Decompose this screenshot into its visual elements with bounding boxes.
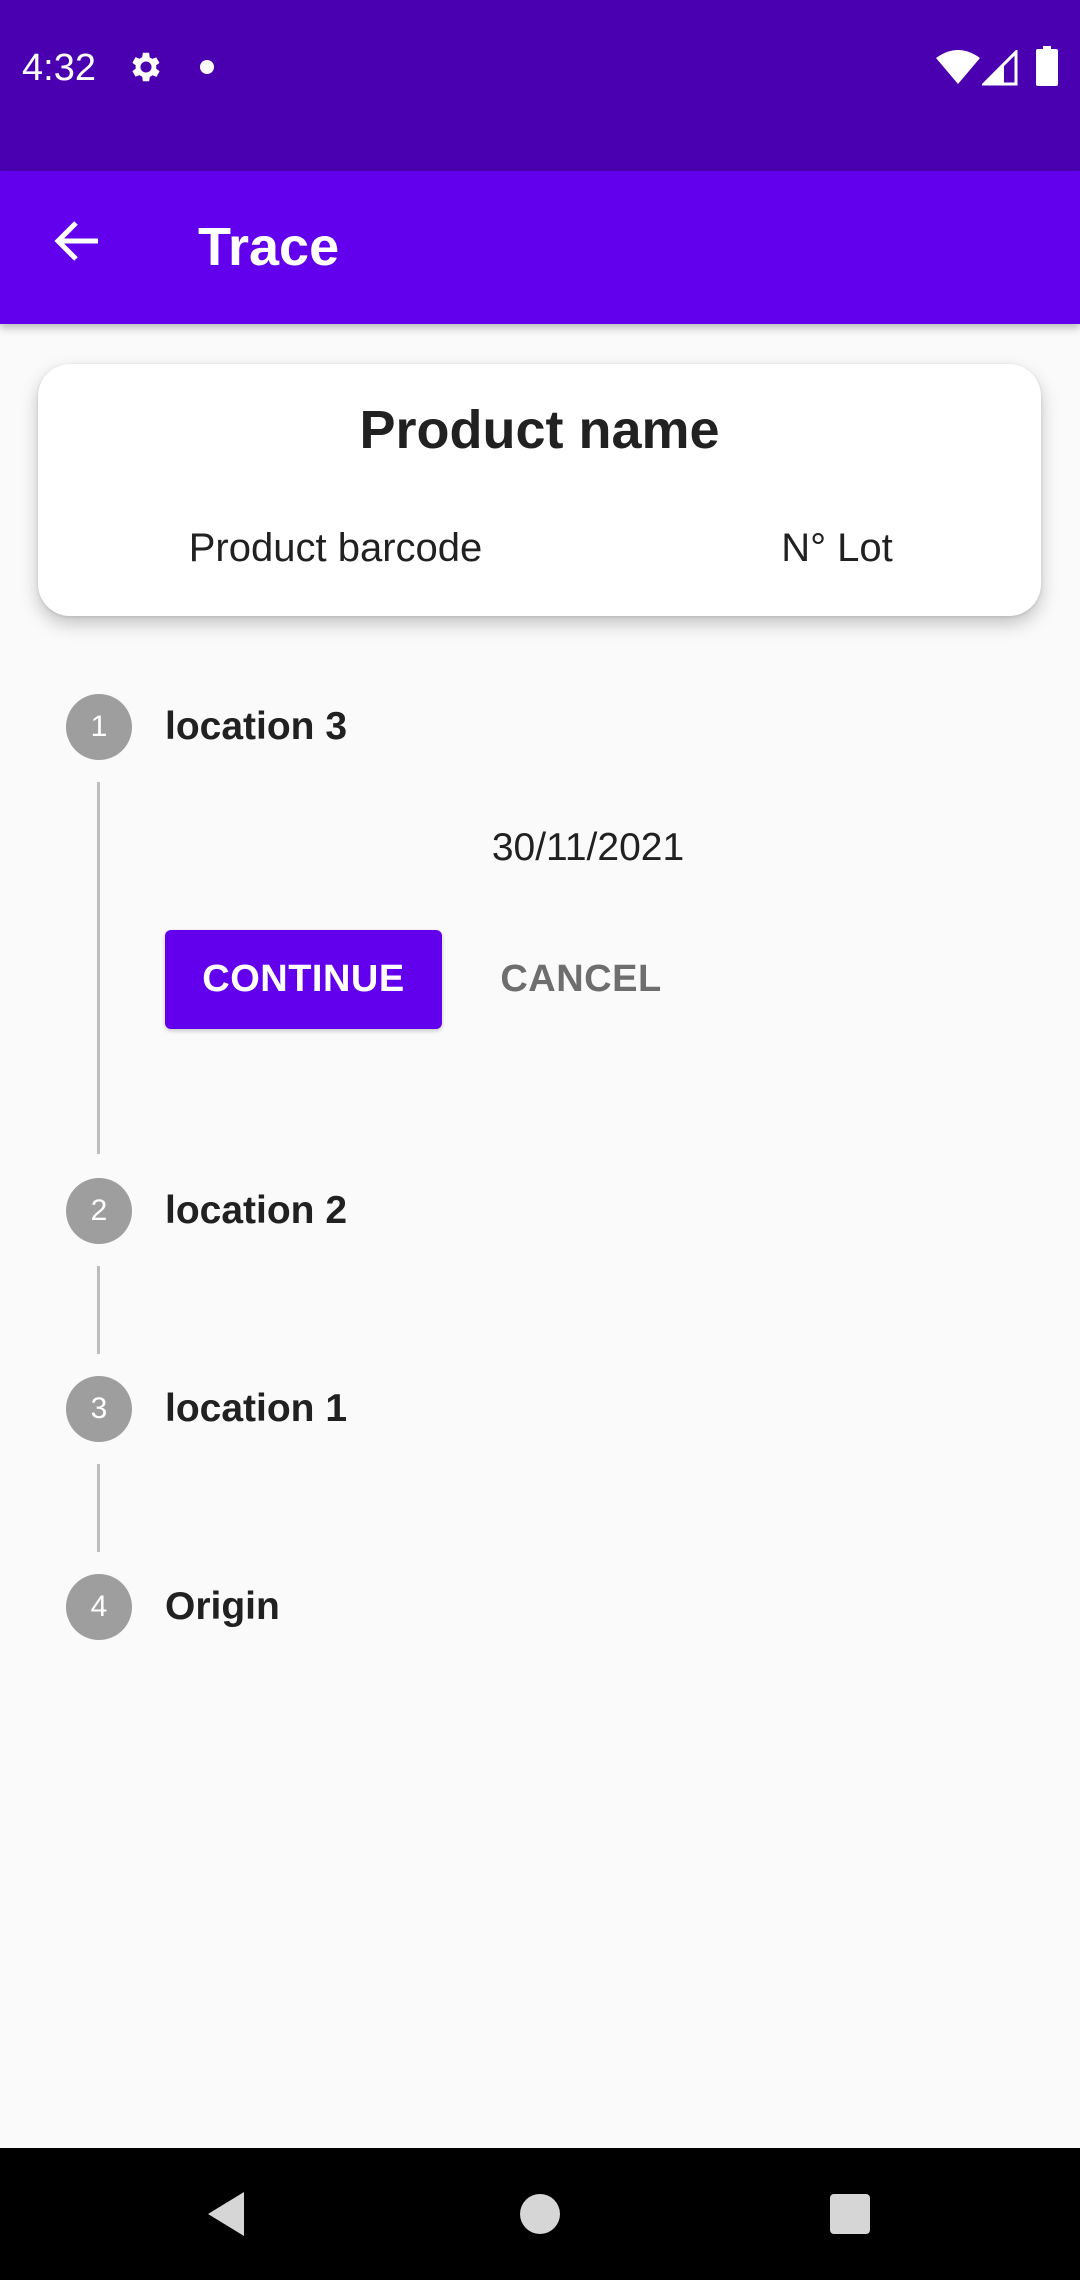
step-3-number[interactable]: 3 [66,1376,132,1442]
arrow-back-icon [54,221,98,261]
nav-recents-icon[interactable] [830,2194,870,2234]
nav-back-icon[interactable] [204,2190,248,2238]
step-3-label[interactable]: location 1 [165,1385,347,1433]
page-title: Trace [198,217,340,277]
step-2-number[interactable]: 2 [66,1178,132,1244]
cell-signal-icon [982,50,1018,86]
status-bar: 4:32 [0,0,1080,171]
product-barcode: Product barcode [188,526,483,570]
step-connector [97,1464,100,1552]
cancel-button[interactable]: CANCEL [470,930,692,1029]
wifi-icon [936,50,980,84]
product-lot: N° Lot [781,526,893,570]
continue-button[interactable]: CONTINUE [165,930,442,1029]
battery-icon [1036,46,1058,86]
step-1-label[interactable]: location 3 [165,703,347,751]
system-nav-bar [0,2148,1080,2280]
product-name: Product name [359,400,720,460]
app-bar: Trace [0,171,1080,324]
step-4-number[interactable]: 4 [66,1574,132,1640]
step-1-date: 30/11/2021 [491,826,685,869]
step-connector [97,782,100,1154]
product-card: Product name Product barcode N° Lot [38,364,1041,616]
notification-dot-icon [200,60,214,74]
status-time: 4:32 [22,47,96,89]
step-2-label[interactable]: location 2 [165,1187,347,1235]
step-1-number[interactable]: 1 [66,694,132,760]
nav-home-icon[interactable] [520,2194,560,2234]
gear-icon [132,52,160,82]
step-4-label[interactable]: Origin [165,1583,280,1631]
step-connector [97,1266,100,1354]
back-button[interactable] [42,206,112,276]
